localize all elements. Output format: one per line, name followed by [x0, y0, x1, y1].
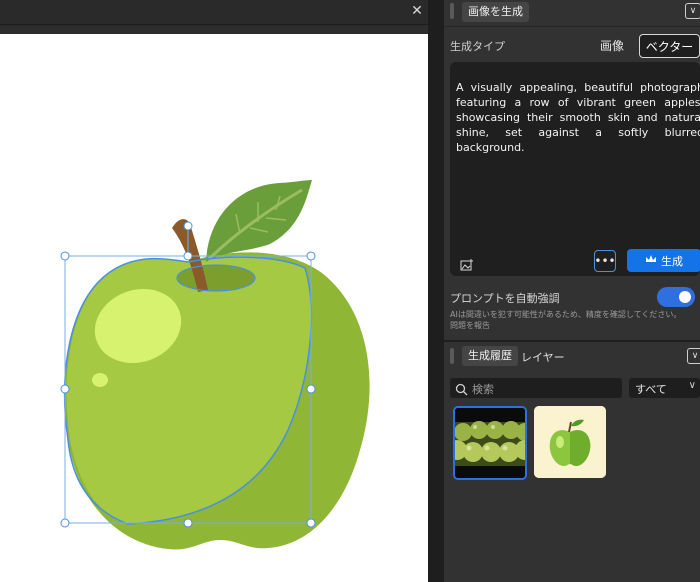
- apple-illustration[interactable]: [0, 34, 428, 582]
- history-thumbnail-apple-vector[interactable]: [534, 406, 606, 478]
- chevron-down-icon: ∨: [688, 380, 696, 391]
- crown-icon: [645, 254, 657, 267]
- chevron-down-icon[interactable]: ∨: [687, 348, 700, 364]
- image-add-icon[interactable]: [460, 256, 474, 271]
- search-placeholder: 検索: [472, 383, 494, 396]
- panel-divider[interactable]: [428, 0, 444, 582]
- panel-grip[interactable]: [450, 3, 454, 19]
- report-issue-link[interactable]: 問題を報告: [450, 320, 490, 331]
- type-option-vector[interactable]: ベクター: [639, 34, 700, 58]
- document-tab-bar: ✕: [0, 0, 428, 25]
- search-input[interactable]: 検索: [450, 378, 622, 398]
- close-icon[interactable]: ✕: [406, 0, 428, 22]
- artboard[interactable]: [0, 34, 428, 582]
- tab-layers[interactable]: レイヤー: [521, 349, 565, 365]
- generation-type-label: 生成タイプ: [450, 40, 505, 53]
- more-options-button[interactable]: •••: [594, 250, 616, 272]
- prompt-text[interactable]: A visually appealing, beautiful photogra…: [456, 80, 700, 155]
- panel-grip[interactable]: [450, 348, 454, 364]
- type-option-image[interactable]: 画像: [592, 34, 632, 56]
- toggle-knob: [679, 291, 691, 303]
- chevron-down-icon[interactable]: ∨: [685, 3, 700, 19]
- auto-enhance-label: プロンプトを自動強調: [450, 292, 560, 305]
- filter-value: すべて: [635, 383, 667, 396]
- filter-dropdown[interactable]: すべて ∨: [629, 378, 700, 398]
- apple-highlight-small: [92, 373, 108, 387]
- ai-disclaimer: AIは間違いを犯す可能性があるため、精度を確認してください。: [450, 310, 682, 319]
- prompt-textarea[interactable]: A visually appealing, beautiful photogra…: [450, 62, 700, 276]
- search-icon: [455, 381, 468, 400]
- divider: [444, 26, 700, 27]
- history-thumbnail-apples-photo[interactable]: [453, 406, 527, 480]
- canvas-area: ✕: [0, 0, 428, 582]
- generate-button[interactable]: 生成: [627, 249, 700, 272]
- section-divider: [444, 340, 700, 342]
- generate-button-label: 生成: [661, 254, 683, 268]
- tab-history[interactable]: 生成履歴: [462, 346, 518, 366]
- generate-image-panel: 画像を生成 ∨ 生成タイプ 画像 ベクター A visually appeali…: [444, 0, 700, 582]
- auto-enhance-toggle[interactable]: [657, 287, 695, 307]
- tab-generate-image[interactable]: 画像を生成: [462, 2, 529, 22]
